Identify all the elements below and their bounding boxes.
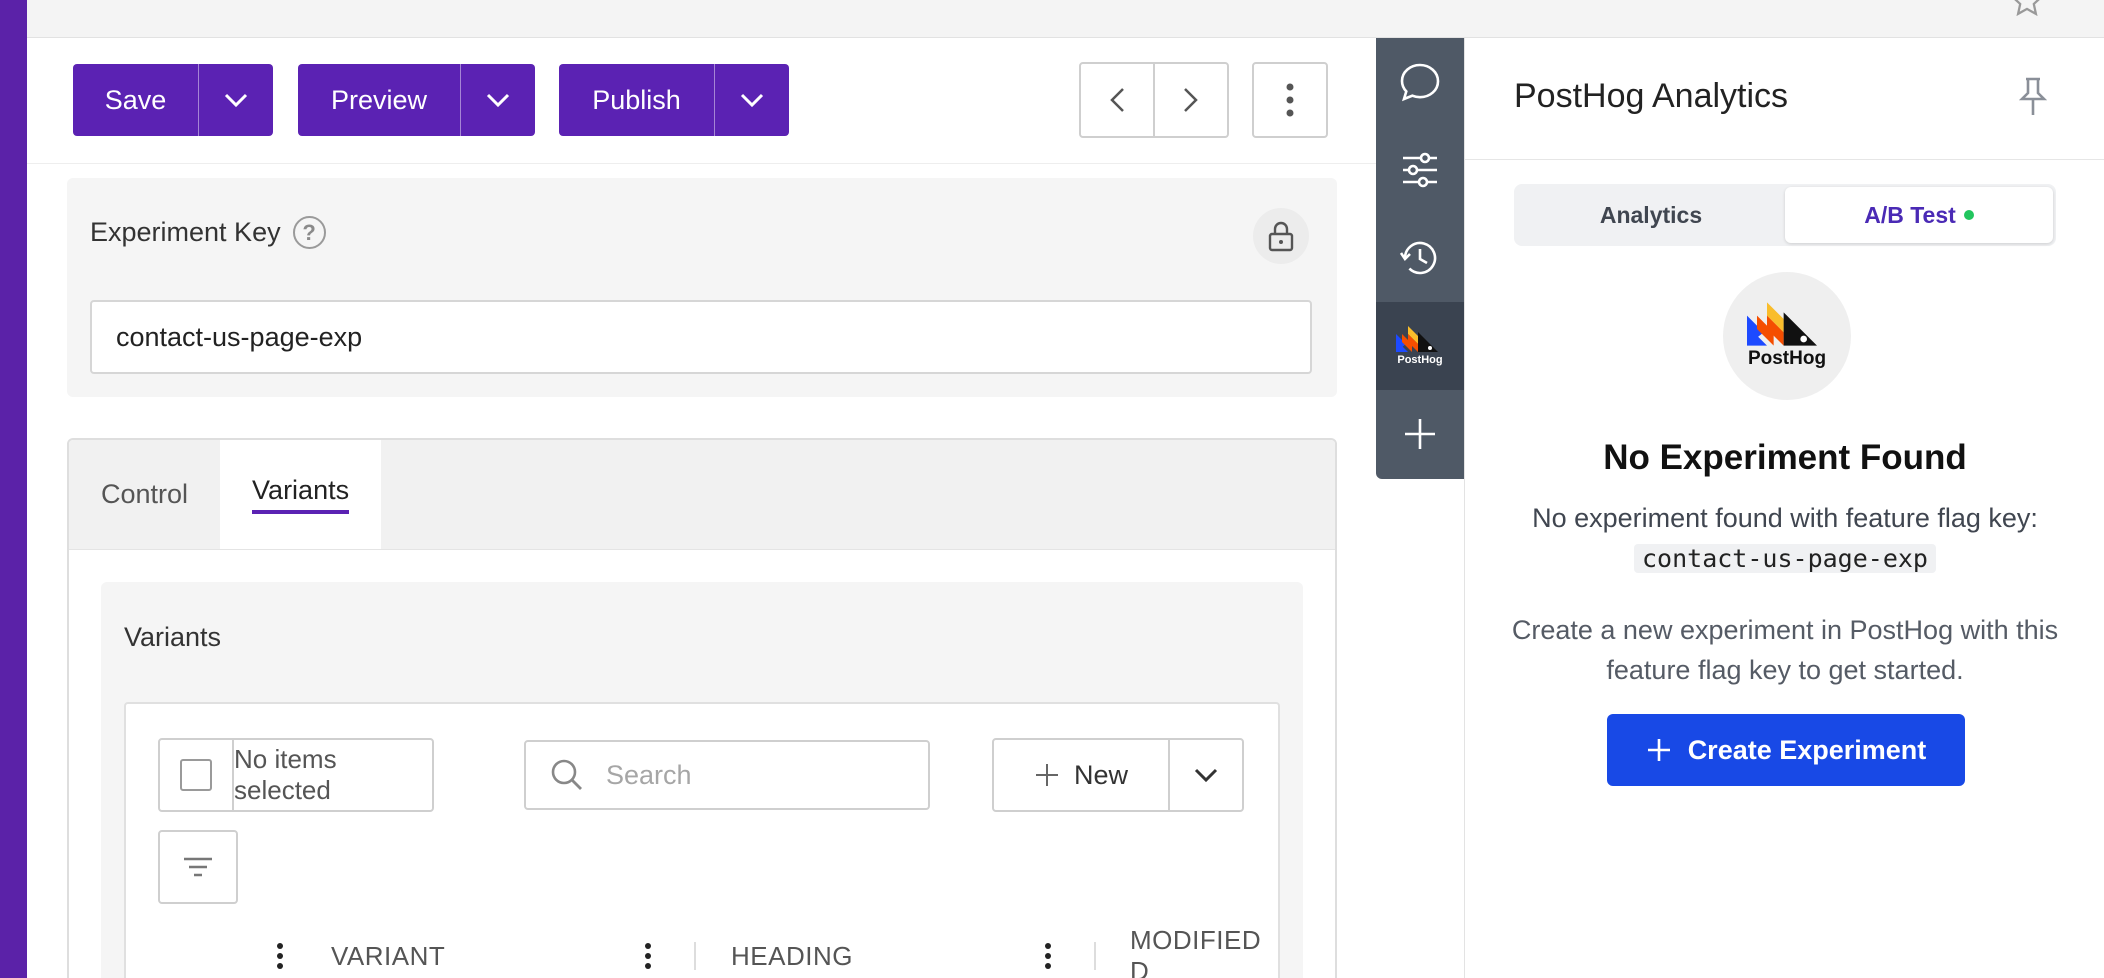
chevron-down-icon — [224, 93, 248, 108]
new-split-button: New — [992, 738, 1244, 812]
preview-options-button[interactable] — [461, 64, 535, 136]
column-header-heading[interactable]: HEADING — [731, 936, 853, 976]
plugin-rail: PostHog — [1376, 38, 1464, 479]
plus-icon — [1647, 739, 1670, 761]
lock-button[interactable] — [1253, 208, 1309, 264]
search-input[interactable] — [606, 759, 886, 791]
posthog-logo-label: PostHog — [1747, 348, 1827, 369]
save-options-button[interactable] — [199, 64, 273, 136]
tab-control[interactable]: Control — [69, 440, 220, 549]
posthog-logo: PostHog — [1723, 272, 1851, 400]
column-separator[interactable] — [694, 942, 696, 970]
column-variant-menu[interactable] — [276, 936, 284, 976]
experiment-key-label: Experiment Key — [90, 217, 281, 247]
experiment-key-label-row: Experiment Key ? — [90, 216, 326, 249]
panel-header: PostHog Analytics — [1465, 38, 2104, 160]
posthog-mini-logo: PostHog — [1396, 326, 1444, 366]
save-split-button: Save — [73, 64, 273, 136]
chevron-left-icon — [1110, 88, 1124, 112]
column-header-modified[interactable]: MODIFIED D — [1130, 925, 1278, 978]
app-left-edge — [0, 0, 27, 978]
search-box — [524, 740, 930, 810]
posthog-hedgehog-icon — [1747, 302, 1817, 346]
chevron-down-icon — [740, 93, 764, 108]
navigation-group — [1079, 62, 1229, 138]
empty-state-description-text: No experiment found with feature flag ke… — [1532, 503, 2038, 533]
search-icon — [551, 759, 582, 790]
editor-toolbar: Save Preview Publish — [27, 38, 1376, 164]
selection-status: No items selected — [234, 744, 337, 805]
create-experiment-button[interactable]: Create Experiment — [1607, 714, 1965, 786]
variants-table: No items selected New V — [124, 702, 1280, 978]
bulk-selection: No items selected — [158, 738, 434, 812]
more-vertical-icon — [1286, 83, 1294, 117]
kebab-icon — [644, 943, 652, 969]
filter-icon — [184, 857, 212, 877]
tab-control-label: Control — [101, 479, 189, 509]
publish-split-button: Publish — [559, 64, 789, 136]
new-button[interactable]: New — [994, 740, 1170, 810]
add-plugin-rail-button[interactable] — [1376, 390, 1464, 478]
column-header-variant[interactable]: VARIANT — [331, 936, 445, 976]
publish-options-button[interactable] — [715, 64, 789, 136]
flag-key-code: contact-us-page-exp — [1634, 544, 1936, 573]
select-all-checkbox[interactable] — [180, 759, 212, 791]
column-modified-menu[interactable] — [1044, 936, 1052, 976]
kebab-icon — [276, 943, 284, 969]
history-icon — [1399, 241, 1437, 275]
status-dot-icon — [1963, 210, 1974, 220]
experiment-key-card: Experiment Key ? — [67, 178, 1337, 397]
posthog-logo-icon — [1396, 326, 1438, 352]
segment-ab-test-label: A/B Test — [1864, 201, 1956, 228]
publish-button[interactable]: Publish — [559, 64, 715, 136]
history-rail-button[interactable] — [1376, 214, 1464, 302]
posthog-rail-button[interactable]: PostHog — [1376, 302, 1464, 390]
pin-icon[interactable] — [2018, 76, 2048, 118]
chat-icon — [1400, 63, 1440, 102]
chevron-right-icon — [1184, 88, 1198, 112]
previous-button[interactable] — [1081, 64, 1155, 136]
comments-rail-button[interactable] — [1376, 38, 1464, 126]
content-tabs-card: Control Variants Variants No items selec… — [67, 438, 1337, 978]
panel-title: PostHog Analytics — [1514, 77, 1789, 115]
chevron-down-icon — [1194, 768, 1218, 783]
next-button[interactable] — [1155, 64, 1227, 136]
tab-variants[interactable]: Variants — [220, 440, 382, 549]
kebab-icon — [1044, 943, 1052, 969]
top-bar — [27, 0, 2104, 38]
empty-state-hint: Create a new experiment in PostHog with … — [1511, 615, 2059, 685]
save-button[interactable]: Save — [73, 64, 199, 136]
new-button-label: New — [1073, 759, 1128, 790]
plus-icon — [1405, 419, 1435, 449]
settings-rail-button[interactable] — [1376, 126, 1464, 214]
empty-state-description: No experiment found with feature flag ke… — [1505, 498, 2065, 579]
tab-variants-label: Variants — [252, 475, 350, 514]
preview-split-button: Preview — [298, 64, 535, 136]
filter-button[interactable] — [158, 830, 238, 904]
preview-button[interactable]: Preview — [298, 64, 461, 136]
lock-icon — [1268, 221, 1294, 252]
posthog-panel: PostHog Analytics Analytics A/B Test Pos… — [1464, 38, 2104, 978]
segment-ab-test[interactable]: A/B Test — [1785, 187, 2053, 243]
empty-state-title: No Experiment Found — [1603, 438, 1967, 477]
segment-analytics[interactable]: Analytics — [1517, 187, 1785, 243]
experiment-key-input[interactable] — [90, 300, 1312, 374]
variants-title: Variants — [124, 622, 222, 652]
new-options-button[interactable] — [1170, 740, 1242, 810]
panel-view-toggle: Analytics A/B Test — [1514, 184, 2056, 246]
column-separator[interactable] — [1094, 942, 1096, 970]
posthog-mini-label: PostHog — [1397, 354, 1443, 366]
create-experiment-label: Create Experiment — [1687, 734, 1927, 765]
more-options-button[interactable] — [1252, 62, 1328, 138]
chevron-down-icon — [486, 93, 510, 108]
select-all-wrapper — [160, 740, 234, 810]
variants-panel: Variants No items selected New — [101, 582, 1303, 978]
plus-icon — [1035, 764, 1058, 786]
help-icon[interactable]: ? — [292, 216, 326, 249]
tab-bar: Control Variants — [69, 440, 1335, 550]
column-heading-menu[interactable] — [644, 936, 652, 976]
sliders-icon — [1403, 152, 1437, 188]
star-icon[interactable] — [2010, 0, 2044, 18]
